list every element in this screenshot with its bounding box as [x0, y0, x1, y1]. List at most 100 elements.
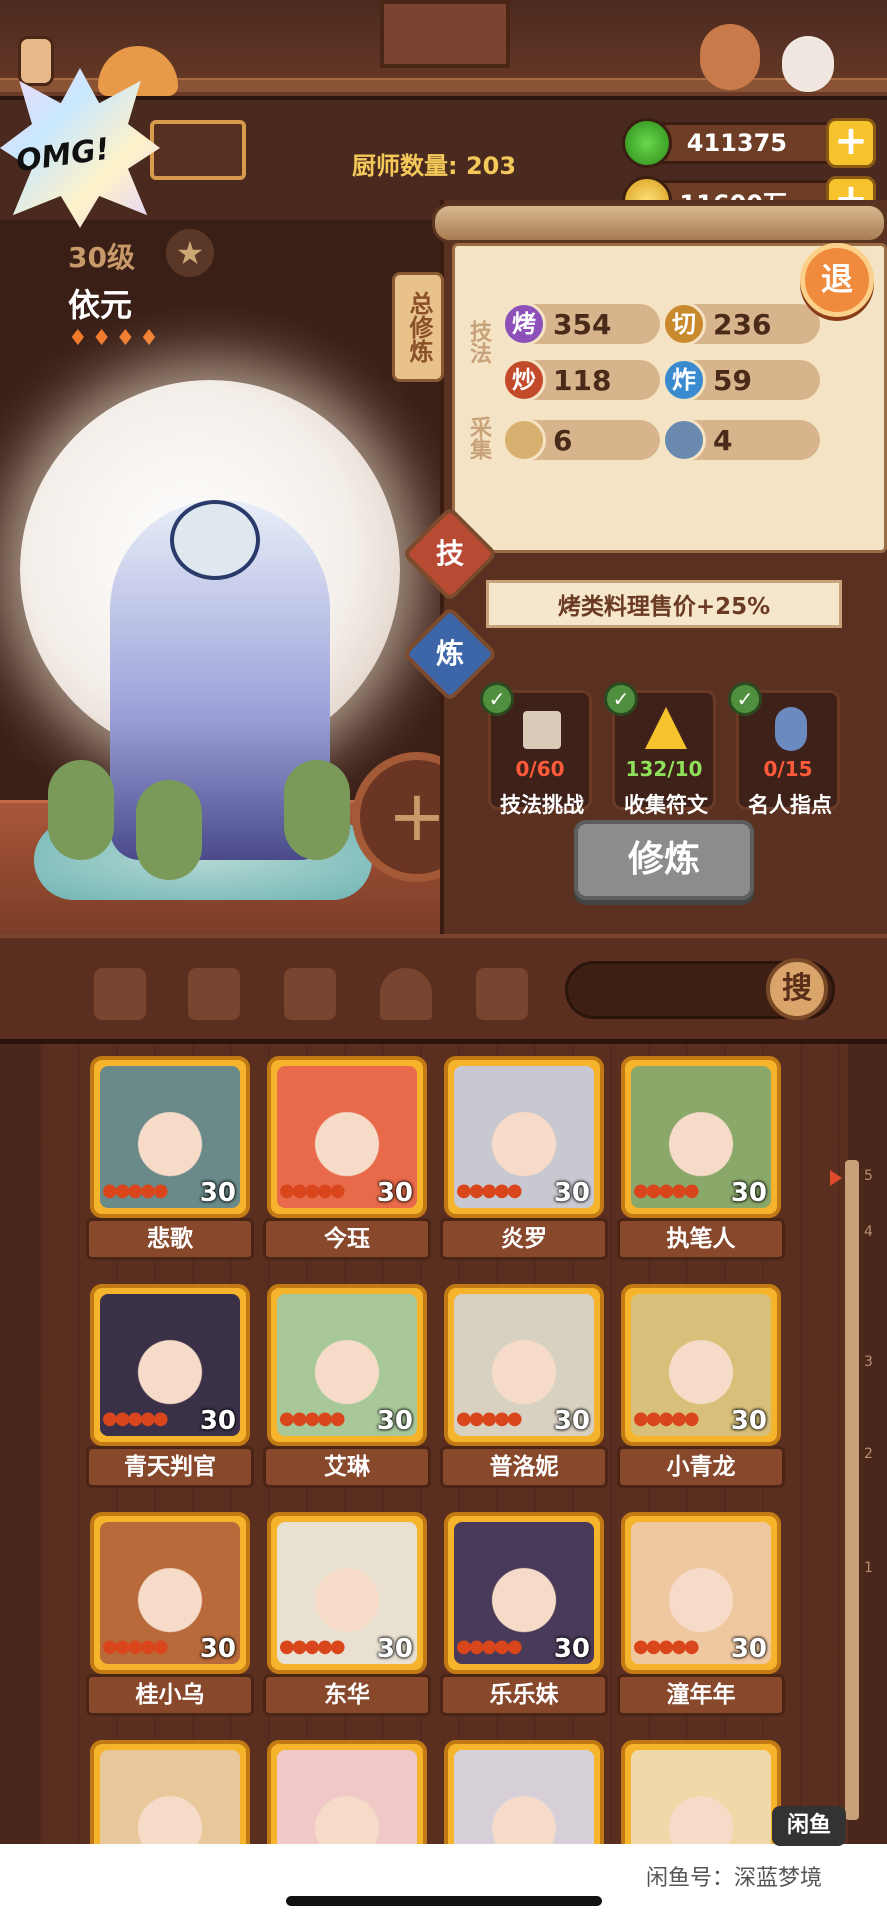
chef-name: 今珏 [263, 1218, 431, 1260]
flame-rating-icon: ♦♦♦♦ [68, 326, 163, 351]
chef-level: 30 [730, 1178, 767, 1208]
shovel-icon[interactable] [94, 968, 146, 1020]
watermark-logo: 闲鱼 [772, 1806, 846, 1846]
star-icon[interactable]: ★ [164, 227, 216, 279]
fish-icon [662, 418, 706, 462]
chef-level: 30 [376, 1178, 413, 1208]
cat-figure-decoration-2 [782, 36, 834, 92]
task-count: 0/15 [763, 757, 813, 781]
section-label-gather: 采集 [466, 416, 491, 460]
flame-rating-icon: ●●●●● [279, 1408, 346, 1429]
chef-card[interactable]: ●●●●● 30 青天判官 [86, 1284, 254, 1504]
flame-rating-icon: ●●●●● [633, 1408, 700, 1429]
spade-icon[interactable] [188, 968, 240, 1020]
chef-level: 30 [553, 1406, 590, 1436]
chef-card[interactable]: ●●●●● 30 潼年年 [617, 1512, 785, 1732]
jar-icon[interactable] [284, 968, 336, 1020]
scroll-roller [432, 203, 887, 243]
chef-level: 30 [376, 1634, 413, 1664]
chef-level: 30 [199, 1178, 236, 1208]
map-question-icon[interactable] [476, 968, 528, 1020]
map-pin-icon[interactable] [380, 968, 432, 1020]
chef-level: 30 [199, 1406, 236, 1436]
wall-scroll-decoration [18, 36, 54, 86]
stat-fry-value: 59 [713, 363, 752, 397]
chef-portrait-frame: ●●●●● 30 [267, 1512, 427, 1674]
chef-card[interactable]: ●●●●● 30 执笔人 [617, 1056, 785, 1276]
chef-portrait-frame: ●●●●● 30 [621, 1284, 781, 1446]
flame-rating-icon: ●●●●● [102, 1408, 169, 1429]
ruler-tick: 1 [864, 1560, 873, 1576]
attendant-figure-right [284, 760, 350, 860]
chef-name: 潼年年 [617, 1674, 785, 1716]
flame-rating-icon: ●●●●● [279, 1636, 346, 1657]
check-icon: ✓ [480, 682, 514, 716]
chef-count-label: 厨师数量: 203 [352, 152, 517, 180]
train-button[interactable]: 修炼 [574, 820, 754, 900]
skill-button-label: 技 [435, 537, 464, 570]
stat-fish-value: 4 [713, 423, 733, 457]
chef-portrait-frame: ●●●●● 30 [90, 1284, 250, 1446]
home-indicator[interactable] [286, 1896, 602, 1906]
stat-roast-value: 354 [553, 307, 612, 341]
jade-coin-icon [622, 118, 672, 168]
ruler-tick: 2 [864, 1446, 873, 1462]
chef-card[interactable]: ●●●●● 30 今珏 [263, 1056, 431, 1276]
chef-portrait-frame: ●●●●● 30 [90, 1056, 250, 1218]
stirfry-skill-icon: 炒 [502, 358, 546, 402]
train-tab-label: 炼 [435, 637, 464, 670]
grain-icon [502, 418, 546, 462]
flame-rating-icon: ●●●●● [279, 1180, 346, 1201]
stat-cut-value: 236 [713, 307, 772, 341]
add-jade-button[interactable]: + [826, 118, 876, 168]
chef-name: 东华 [263, 1674, 431, 1716]
chef-level: 30 [730, 1634, 767, 1664]
section-label-skill: 技法 [466, 320, 491, 364]
rune-icon [645, 707, 687, 749]
scroll-ruler[interactable] [845, 1160, 859, 1820]
ruler-tick: 4 [864, 1224, 873, 1240]
check-icon: ✓ [604, 682, 638, 716]
portrait-frame[interactable] [380, 0, 510, 68]
chef-card[interactable]: ●●●●● 30 艾琳 [263, 1284, 431, 1504]
flame-rating-icon: ●●●●● [102, 1636, 169, 1657]
chef-level: 30级 [68, 241, 135, 274]
flame-rating-icon: ●●●●● [633, 1180, 700, 1201]
chef-card[interactable]: ●●●●● 30 小青龙 [617, 1284, 785, 1504]
chef-card[interactable]: ●●●●● 30 悲歌 [86, 1056, 254, 1276]
chef-portrait-frame: ●●●●● 30 [267, 1284, 427, 1446]
roast-skill-icon: 烤 [502, 302, 546, 346]
scroll-bundle-icon [523, 711, 561, 749]
chef-level: 30 [199, 1634, 236, 1664]
attendant-figure-center [136, 780, 202, 880]
task-label: 名人指点 [748, 793, 832, 817]
chef-name: 依元 [68, 286, 133, 324]
chef-portrait-frame: ●●●●● 30 [444, 1512, 604, 1674]
chef-name: 执笔人 [617, 1218, 785, 1260]
chef-card[interactable]: ●●●●● 30 乐乐妹 [440, 1512, 608, 1732]
chef-portrait-frame: ●●●●● 30 [444, 1284, 604, 1446]
chef-name: 青天判官 [86, 1446, 254, 1488]
chef-portrait-frame: ●●●●● 30 [267, 1056, 427, 1218]
watermark-text: 闲鱼号：深蓝梦境 [646, 1866, 823, 1891]
flame-rating-icon: ●●●●● [456, 1408, 523, 1429]
stat-grain-value: 6 [553, 423, 573, 457]
character-head [170, 500, 260, 580]
chef-card[interactable]: ●●●●● 30 炎罗 [440, 1056, 608, 1276]
chef-card[interactable]: ●●●●● 30 桂小乌 [86, 1512, 254, 1732]
tab-total-training[interactable]: 总修炼 [392, 272, 444, 382]
chef-name: 普洛妮 [440, 1446, 608, 1488]
flame-rating-icon: ●●●●● [102, 1180, 169, 1201]
chef-card[interactable]: ●●●●● 30 东华 [263, 1512, 431, 1732]
celebrity-icon [775, 707, 807, 751]
chef-portrait-frame: ●●●●● 30 [621, 1512, 781, 1674]
flame-rating-icon: ●●●●● [633, 1636, 700, 1657]
fry-skill-icon: 炸 [662, 358, 706, 402]
chef-level: 30 [553, 1634, 590, 1664]
chef-name: 悲歌 [86, 1218, 254, 1260]
chef-name: 小青龙 [617, 1446, 785, 1488]
task-count: 0/60 [515, 757, 565, 781]
chef-card[interactable]: ●●●●● 30 普洛妮 [440, 1284, 608, 1504]
exit-button[interactable]: 退 [800, 243, 874, 317]
search-button[interactable]: 搜 [766, 958, 828, 1020]
